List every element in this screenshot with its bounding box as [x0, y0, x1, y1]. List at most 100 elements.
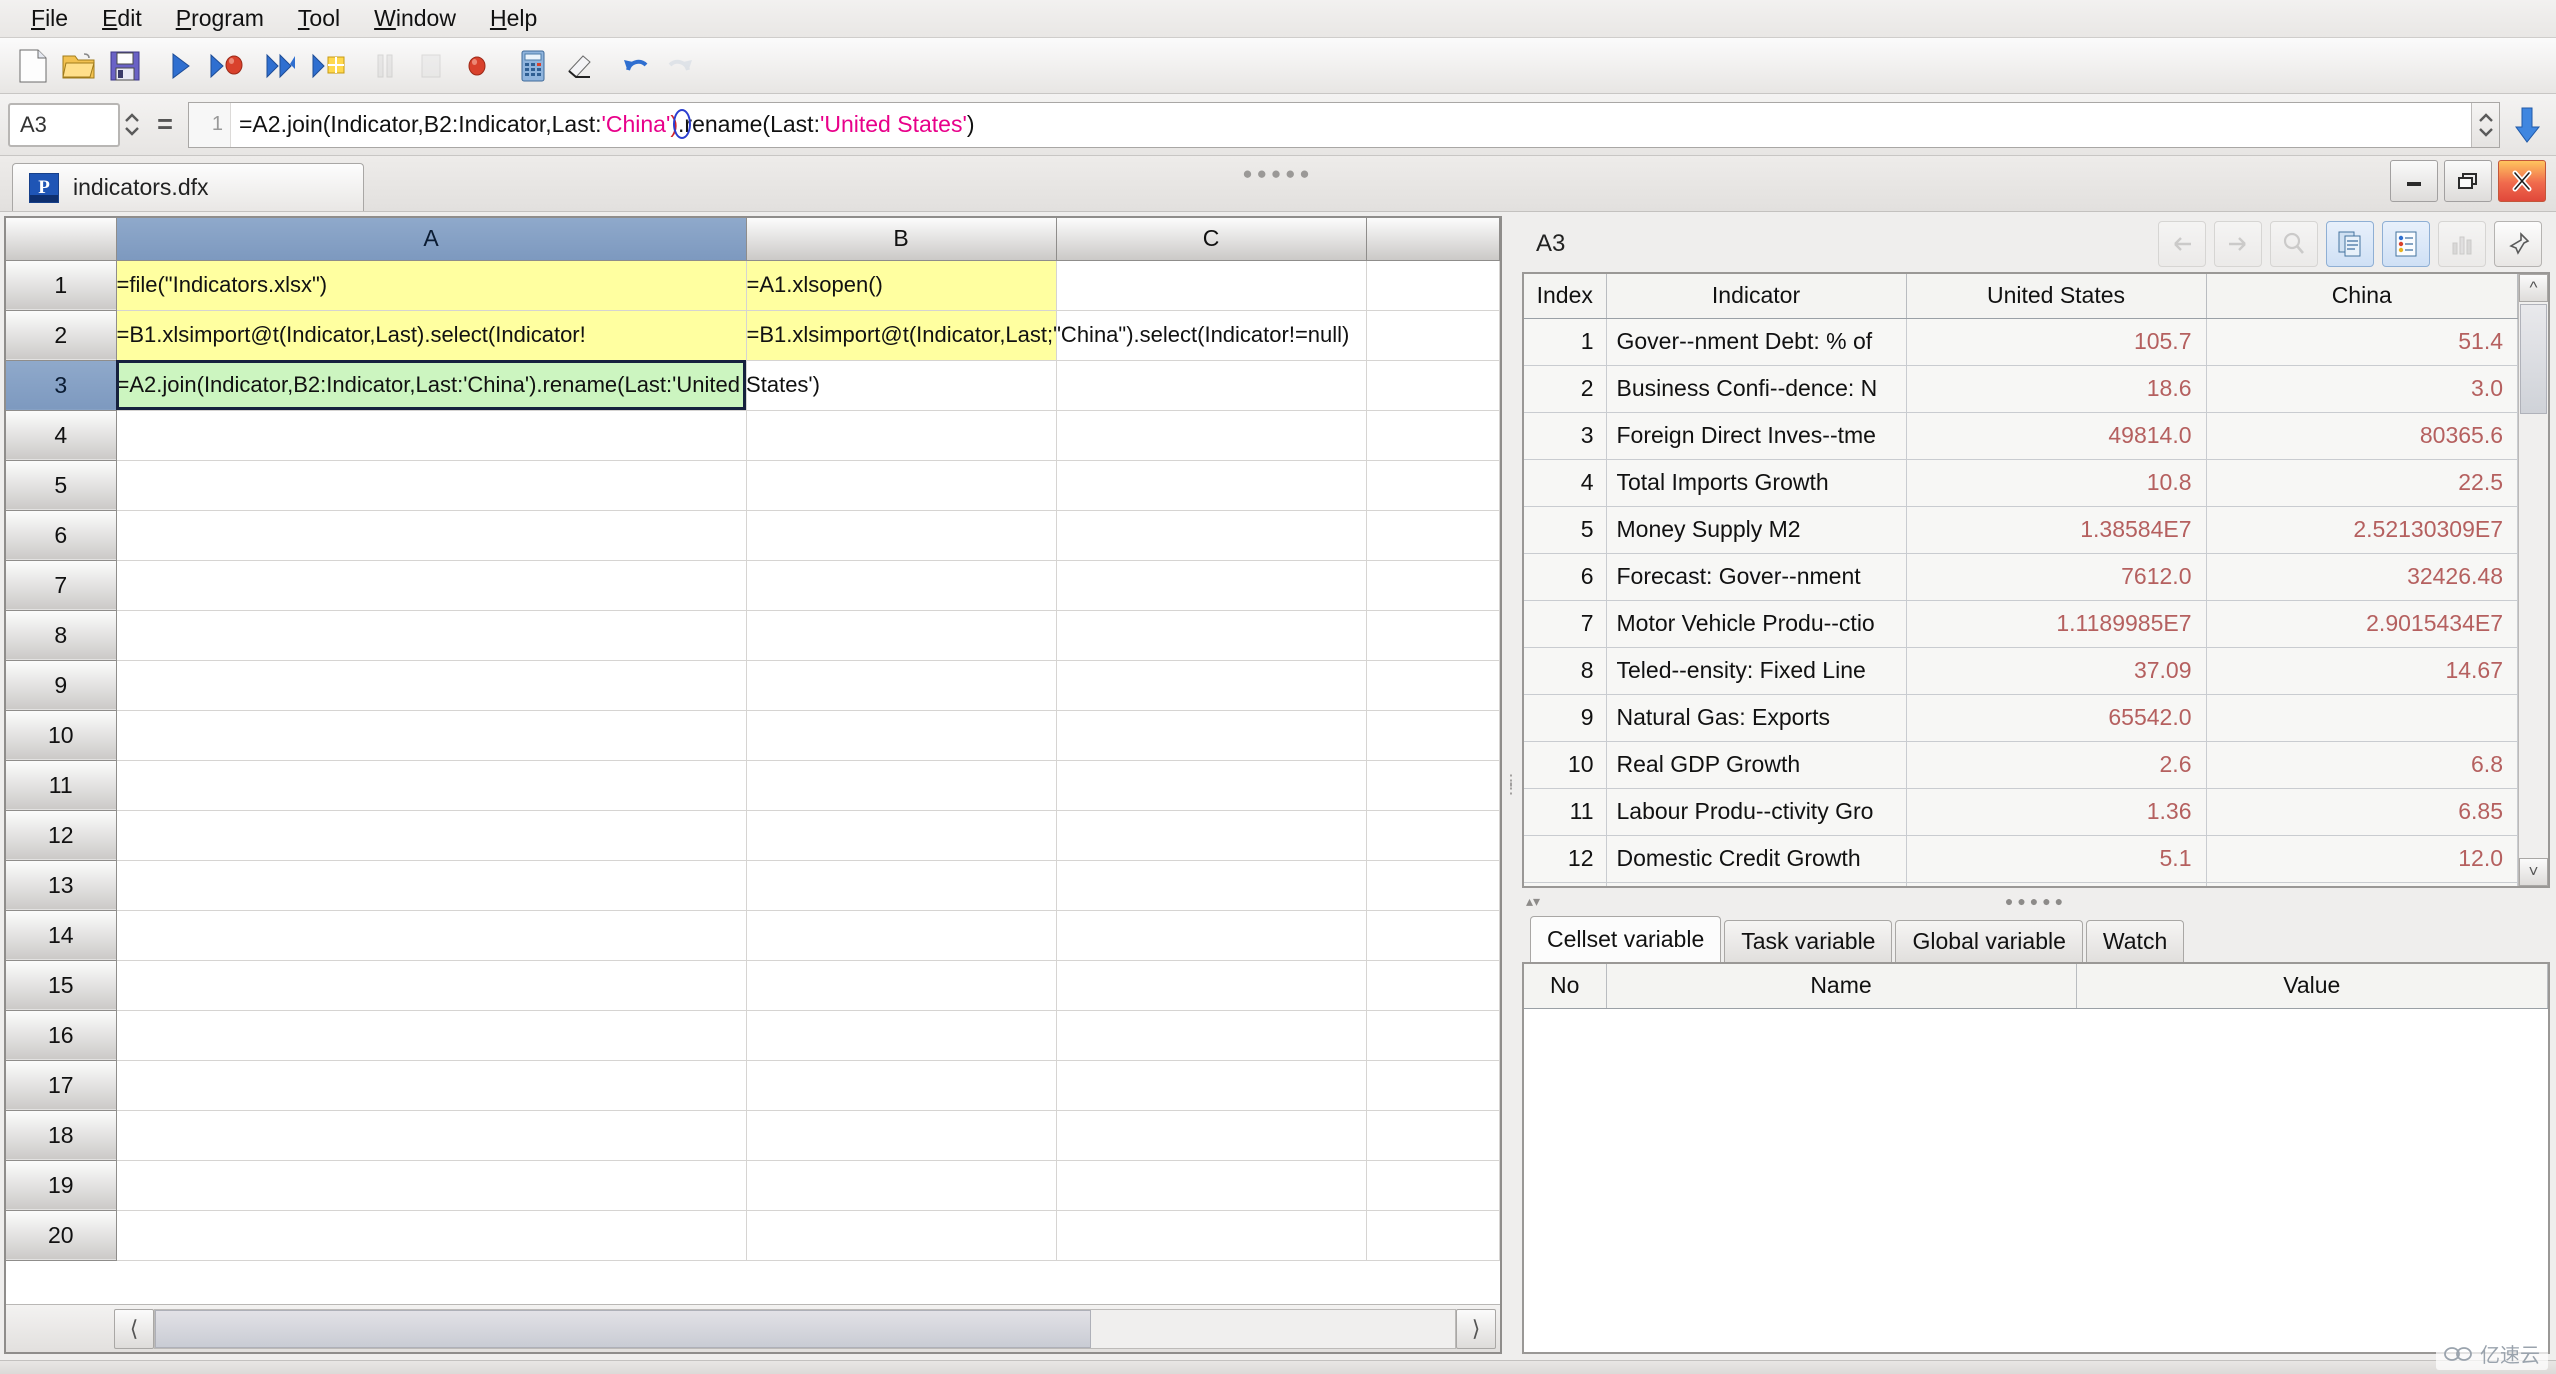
- table-row[interactable]: 4 Total Imports Growth 10.8 22.5: [1524, 459, 2518, 507]
- grid-cell-c14[interactable]: [1056, 910, 1367, 961]
- grid-cell-b11[interactable]: [746, 760, 1057, 811]
- grid-cell-d16[interactable]: [1366, 1010, 1500, 1061]
- grid-cell-d13[interactable]: [1366, 860, 1500, 911]
- grid-cell-c10[interactable]: [1056, 710, 1367, 761]
- grid-cell-b14[interactable]: [746, 910, 1057, 961]
- tab-cellset-variable[interactable]: Cellset variable: [1530, 916, 1722, 962]
- result-vscroll-thumb[interactable]: [2520, 304, 2547, 414]
- variable-col-value[interactable]: Value: [2076, 964, 2548, 1009]
- grid-cell-c16[interactable]: [1056, 1010, 1367, 1061]
- grid-cell-a10[interactable]: [116, 710, 747, 761]
- list-view-icon[interactable]: [2382, 221, 2430, 267]
- grid-col-header-a[interactable]: A: [116, 218, 747, 261]
- grid-cell-d4[interactable]: [1366, 410, 1500, 461]
- grid-cell-b4[interactable]: [746, 410, 1057, 461]
- grid-row-header-16[interactable]: 16: [6, 1010, 117, 1061]
- result-col-index[interactable]: Index: [1524, 274, 1607, 319]
- grid-cell-d11[interactable]: [1366, 760, 1500, 811]
- new-file-icon[interactable]: [10, 43, 56, 89]
- grid-cell-b2[interactable]: =B1.xlsimport@t(Indicator,Last;"China").…: [746, 310, 1349, 361]
- grid-cell-b19[interactable]: [746, 1160, 1057, 1211]
- grid-cell-d17[interactable]: [1366, 1060, 1500, 1111]
- table-row[interactable]: 7 Motor Vehicle Produ--ctio 1.1189985E7 2.9…: [1524, 600, 2518, 648]
- eraser-icon[interactable]: [556, 43, 602, 89]
- scroll-left-icon[interactable]: ⟨: [114, 1308, 154, 1349]
- variable-col-name[interactable]: Name: [1606, 964, 2077, 1009]
- grid-cell-c1[interactable]: [1056, 260, 1367, 311]
- grid-cell-a4[interactable]: [116, 410, 747, 461]
- tab-watch[interactable]: Watch: [2085, 920, 2185, 962]
- table-row[interactable]: 10 Real GDP Growth 2.6 6.8: [1524, 741, 2518, 789]
- grid-cell-b18[interactable]: [746, 1110, 1057, 1161]
- scroll-right-icon[interactable]: ⟩: [1456, 1308, 1496, 1349]
- grid-cell-b9[interactable]: [746, 660, 1057, 711]
- grid-cell-a16[interactable]: [116, 1010, 747, 1061]
- cell-reference-box[interactable]: A3: [8, 102, 120, 147]
- grid-cell-c6[interactable]: [1056, 510, 1367, 561]
- grid-cell-d1[interactable]: [1366, 260, 1500, 311]
- grid-cell-b16[interactable]: [746, 1010, 1057, 1061]
- grid-cell-d14[interactable]: [1366, 910, 1500, 961]
- grid-cell-a5[interactable]: [116, 460, 747, 511]
- grid-cell-c17[interactable]: [1056, 1060, 1367, 1111]
- pane-splitter[interactable]: ⋮ ⋮: [1502, 216, 1520, 1354]
- grid-cell-b1[interactable]: =A1.xlsopen(): [746, 260, 1057, 311]
- grid-cell-a2[interactable]: =B1.xlsimport@t(Indicator,Last).select(I…: [116, 310, 747, 361]
- grid-cell-a13[interactable]: [116, 860, 747, 911]
- grid-row-header-20[interactable]: 20: [6, 1210, 117, 1261]
- grid-cell-d9[interactable]: [1366, 660, 1500, 711]
- grid-cell-b6[interactable]: [746, 510, 1057, 561]
- pin-icon[interactable]: [2494, 221, 2542, 267]
- grid-cell-d18[interactable]: [1366, 1110, 1500, 1161]
- grid-row-header-19[interactable]: 19: [6, 1160, 117, 1211]
- grid-cell-b7[interactable]: [746, 560, 1057, 611]
- grid-cell-d7[interactable]: [1366, 560, 1500, 611]
- grid-cell-a11[interactable]: [116, 760, 747, 811]
- menu-item-program[interactable]: Program: [159, 3, 281, 35]
- grid-cell-a12[interactable]: [116, 810, 747, 861]
- grid-cell-c19[interactable]: [1056, 1160, 1367, 1211]
- result-vertical-scrollbar[interactable]: ^ ˅: [2518, 274, 2548, 886]
- grid-cell-c8[interactable]: [1056, 610, 1367, 661]
- calculator-icon[interactable]: [510, 43, 556, 89]
- grid-cell-b5[interactable]: [746, 460, 1057, 511]
- scroll-up-icon[interactable]: ^: [2519, 274, 2548, 302]
- grid-cell-b12[interactable]: [746, 810, 1057, 861]
- grid-cell-a7[interactable]: [116, 560, 747, 611]
- grid-cell-a18[interactable]: [116, 1110, 747, 1161]
- grid-hscroll-track[interactable]: [154, 1308, 1456, 1349]
- grid-row-header-6[interactable]: 6: [6, 510, 117, 561]
- grid-cell-a8[interactable]: [116, 610, 747, 661]
- grid-cell-d6[interactable]: [1366, 510, 1500, 561]
- grid-col-header-b[interactable]: B: [746, 218, 1057, 261]
- grid-cell-c5[interactable]: [1056, 460, 1367, 511]
- grid-cell-c15[interactable]: [1056, 960, 1367, 1011]
- grid-cell-a19[interactable]: [116, 1160, 747, 1211]
- grid-cell-b20[interactable]: [746, 1210, 1057, 1261]
- step-into-icon[interactable]: [306, 43, 352, 89]
- formula-input[interactable]: =A2.join(Indicator,B2:Indicator,Last: 'Ch…: [231, 103, 2471, 147]
- grid-row-header-5[interactable]: 5: [6, 460, 117, 511]
- restore-button[interactable]: [2444, 160, 2492, 202]
- grid-cell-c18[interactable]: [1056, 1110, 1367, 1161]
- table-row[interactable]: 2 Business Confi--dence: N 18.6 3.0: [1524, 365, 2518, 413]
- grid-cell-d5[interactable]: [1366, 460, 1500, 511]
- result-col-united-states[interactable]: United States: [1906, 274, 2207, 319]
- table-row[interactable]: 8 Teled--ensity: Fixed Line 37.09 14.67: [1524, 647, 2518, 695]
- minimize-button[interactable]: [2390, 160, 2438, 202]
- grid-row-header-14[interactable]: 14: [6, 910, 117, 961]
- grid-cell-c13[interactable]: [1056, 860, 1367, 911]
- variable-col-no[interactable]: No: [1524, 964, 1607, 1009]
- grid-col-header-c[interactable]: C: [1056, 218, 1367, 261]
- result-col-china[interactable]: China: [2206, 274, 2518, 319]
- scroll-down-icon[interactable]: ˅: [2519, 858, 2548, 886]
- result-col-indicator[interactable]: Indicator: [1606, 274, 1907, 319]
- pane-drag-handle[interactable]: ●●●●●: [1242, 164, 1313, 184]
- grid-row-header-8[interactable]: 8: [6, 610, 117, 661]
- grid-row-header-18[interactable]: 18: [6, 1110, 117, 1161]
- grid-cell-c3[interactable]: [1056, 360, 1367, 411]
- grid-row-header-2[interactable]: 2: [6, 310, 117, 361]
- grid-row-header-12[interactable]: 12: [6, 810, 117, 861]
- grid-cell-b8[interactable]: [746, 610, 1057, 661]
- grid-cell-c4[interactable]: [1056, 410, 1367, 461]
